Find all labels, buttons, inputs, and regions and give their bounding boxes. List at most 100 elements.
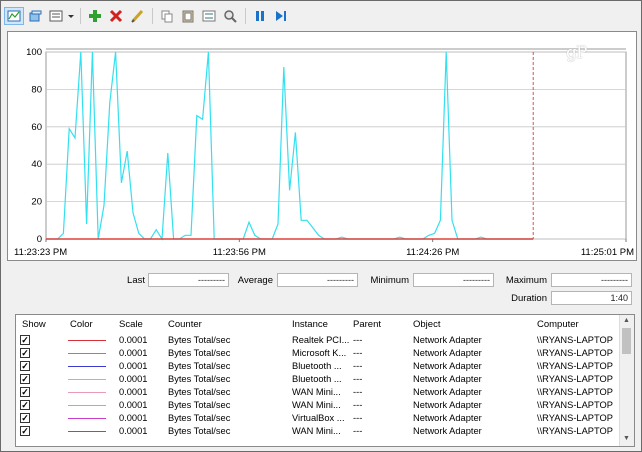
show-checkbox[interactable]: ✓ [20,374,30,384]
color-swatch [68,431,106,432]
show-checkbox[interactable]: ✓ [20,361,30,371]
toolbar-separator [80,8,81,24]
chart-type-button[interactable] [25,7,45,25]
counter-cell: Bytes Total/sec [168,348,231,358]
instance-cell: WAN Mini... [292,400,341,410]
parent-cell: --- [353,387,363,397]
show-checkbox[interactable]: ✓ [20,426,30,436]
table-row[interactable]: ✓ 0.0001 Bytes Total/sec WAN Mini... --- Netw… [16,386,620,399]
duration-value: 1:40 [551,291,632,305]
column-header-show[interactable]: Show [22,319,46,330]
object-cell: Network Adapter [413,413,482,423]
parent-cell: --- [353,361,363,371]
column-header-object[interactable]: Object [413,319,440,330]
column-header-parent[interactable]: Parent [353,319,381,330]
minimum-value: --------- [413,273,494,287]
parent-cell: --- [353,413,363,423]
view-graph-icon [7,10,21,22]
duration-label: Duration [511,293,547,304]
maximum-label: Maximum [505,275,547,286]
scale-cell: 0.0001 [119,387,148,397]
paste-counter-list-icon [182,10,194,23]
freeze-display-button[interactable] [250,7,270,25]
parent-cell: --- [353,335,363,345]
properties-icon [202,10,216,22]
view-graph-button[interactable] [4,7,24,25]
color-swatch [68,353,106,354]
x-tick-label: 11:23:23 PM [14,247,67,258]
scale-cell: 0.0001 [119,400,148,410]
add-counter-button[interactable] [85,7,105,25]
column-header-counter[interactable]: Counter [168,319,202,330]
highlight-button[interactable] [127,7,147,25]
highlight-icon [131,9,144,23]
computer-cell: \\RYANS-LAPTOP [537,348,613,358]
show-checkbox[interactable]: ✓ [20,387,30,397]
toolbar [4,5,292,27]
table-row[interactable]: ✓ 0.0001 Bytes Total/sec VirtualBox ... --- N… [16,412,620,425]
performance-graph: 100 80 60 40 20 0 11:23:23 PM 11:23:56 PM 11:24:… [14,47,634,258]
dropdown-arrow-icon [68,15,74,18]
computer-cell: \\RYANS-LAPTOP [537,361,613,371]
scroll-down-icon[interactable]: ▼ [623,435,630,442]
toolbar-separator [245,8,246,24]
scale-cell: 0.0001 [119,361,148,371]
instance-cell: WAN Mini... [292,387,341,397]
vertical-scrollbar[interactable]: ▲ ▼ [619,315,634,446]
update-data-icon [276,11,286,21]
scrollbar-thumb[interactable] [622,328,631,354]
table-row[interactable]: ✓ 0.0001 Bytes Total/sec Bluetooth ... --- Ne… [16,373,620,386]
show-checkbox[interactable]: ✓ [20,348,30,358]
x-tick-label: 11:25:01 PM [581,247,634,258]
copy-properties-icon [161,10,173,23]
toolbar-separator [152,8,153,24]
table-row[interactable]: ✓ 0.0001 Bytes Total/sec WAN Mini... --- Netw… [16,425,620,438]
table-row[interactable]: ✓ 0.0001 Bytes Total/sec Bluetooth ... --- Ne… [16,360,620,373]
table-row[interactable]: ✓ 0.0001 Bytes Total/sec WAN Mini... --- Netw… [16,399,620,412]
computer-cell: \\RYANS-LAPTOP [537,374,613,384]
counter-legend-table[interactable]: Show Color Scale Counter Instance Parent… [15,314,635,447]
parent-cell: --- [353,374,363,384]
table-row[interactable]: ✓ 0.0001 Bytes Total/sec Microsoft K... --- N… [16,347,620,360]
y-tick-label: 0 [37,234,42,245]
view-report-icon [49,10,63,22]
show-checkbox[interactable]: ✓ [20,335,30,345]
update-data-button[interactable] [271,7,291,25]
color-swatch [68,366,106,367]
graph-panel[interactable]: 100 80 60 40 20 0 11:23:23 PM 11:23:56 PM 11:24:… [7,31,637,261]
color-swatch [68,405,106,406]
show-checkbox[interactable]: ✓ [20,400,30,410]
x-tick-label: 11:24:26 PM [406,247,459,258]
x-tick-label: 11:23:56 PM [213,247,266,258]
scroll-up-icon[interactable]: ▲ [623,317,630,324]
minimum-label: Minimum [370,275,409,286]
column-header-color[interactable]: Color [70,319,93,330]
paste-counter-list-button[interactable] [178,7,198,25]
computer-cell: \\RYANS-LAPTOP [537,413,613,423]
counter-cell: Bytes Total/sec [168,335,231,345]
table-row[interactable]: ✓ 0.0001 Bytes Total/sec Realtek PCI... --- N… [16,334,620,347]
watermark-logo: gP [566,43,587,63]
freeze-display-icon [256,11,264,21]
column-header-instance[interactable]: Instance [292,319,328,330]
copy-properties-button[interactable] [157,7,177,25]
show-checkbox[interactable]: ✓ [20,413,30,423]
statistics-bar: Last --------- Average --------- Minimum… [1,269,642,309]
zoom-button[interactable] [220,7,240,25]
object-cell: Network Adapter [413,348,482,358]
counter-cell: Bytes Total/sec [168,374,231,384]
instance-cell: VirtualBox ... [292,413,345,423]
computer-cell: \\RYANS-LAPTOP [537,387,613,397]
view-report-button[interactable] [46,7,66,25]
delete-counter-button[interactable] [106,7,126,25]
computer-cell: \\RYANS-LAPTOP [537,400,613,410]
column-header-computer[interactable]: Computer [537,319,579,330]
delete-counter-icon [109,9,123,23]
properties-button[interactable] [199,7,219,25]
view-dropdown[interactable] [67,7,75,25]
column-header-scale[interactable]: Scale [119,319,143,330]
object-cell: Network Adapter [413,374,482,384]
average-value: --------- [277,273,358,287]
y-tick-label: 100 [26,47,42,58]
y-tick-label: 80 [31,84,42,95]
